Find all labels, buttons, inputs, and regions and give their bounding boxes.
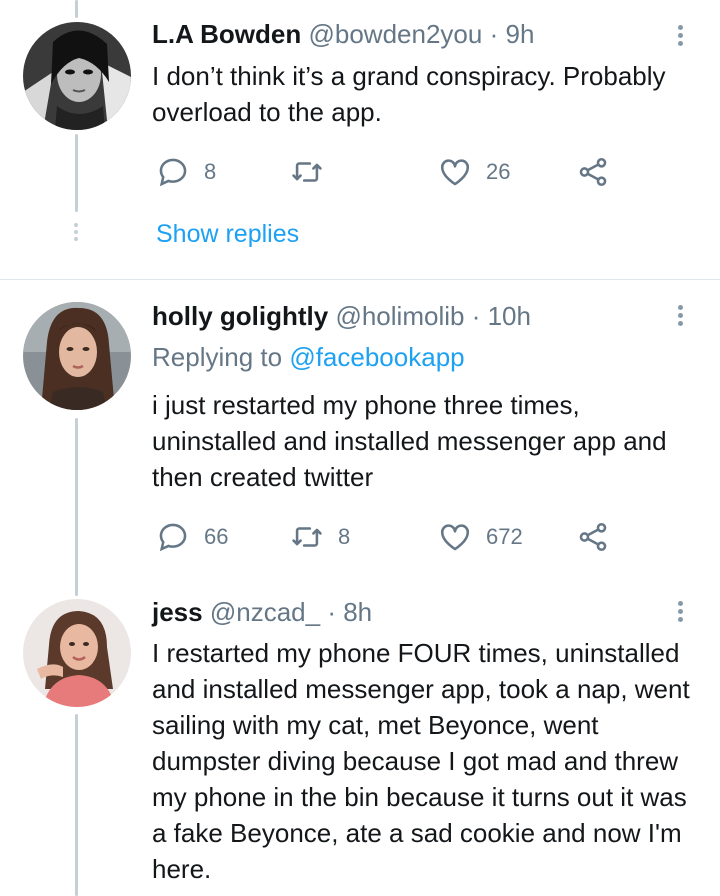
replying-to: Replying to @facebookapp: [152, 340, 465, 374]
like-count: 26: [486, 159, 511, 184]
like-button[interactable]: 26: [438, 152, 510, 192]
retweet-icon: [292, 162, 322, 182]
retweet-count: 8: [338, 524, 351, 549]
tweet-actions: 8 26: [152, 152, 622, 192]
more-vertical-icon[interactable]: [672, 302, 688, 332]
avatar[interactable]: [23, 599, 131, 707]
share-button[interactable]: [576, 517, 610, 557]
author-name[interactable]: L.A Bowden: [152, 19, 301, 49]
avatar-photo: [23, 599, 131, 707]
author-handle[interactable]: @bowden2you: [308, 19, 482, 49]
more-vertical-icon[interactable]: [672, 598, 688, 628]
like-button[interactable]: 672: [438, 517, 523, 557]
thread-line-top: [75, 0, 78, 18]
show-replies-link[interactable]: Show replies: [156, 217, 299, 251]
tweet-time[interactable]: 8h: [343, 597, 372, 627]
reply-button[interactable]: 8: [156, 152, 216, 192]
heart-icon: [440, 524, 470, 551]
reply-icon: [159, 158, 187, 187]
thread-line-1: [75, 134, 78, 212]
tweet-actions: 66 8 672: [152, 517, 622, 557]
like-count: 672: [486, 524, 523, 549]
heart-icon: [440, 159, 470, 186]
retweet-button[interactable]: [290, 152, 338, 192]
tweet-header: L.A Bowden @bowden2you · 9h: [152, 17, 534, 51]
replying-to-label: Replying to: [152, 342, 283, 372]
avatar-photo: [23, 302, 131, 410]
author-handle[interactable]: @nzcad_: [210, 597, 320, 627]
tweet-time[interactable]: 10h: [488, 301, 531, 331]
reply-count: 66: [204, 524, 229, 549]
thread-line-2: [75, 418, 78, 596]
reply-count: 8: [204, 159, 217, 184]
share-icon: [579, 522, 607, 552]
author-handle[interactable]: @holimolib: [335, 301, 464, 331]
separator-dot: ·: [489, 19, 499, 49]
tweet-text: I restarted my phone FOUR times, uninsta…: [152, 638, 690, 884]
tweet-text: I don’t think it’s a grand conspiracy. P…: [152, 61, 666, 127]
tweet-header: holly golightly @holimolib · 10h: [152, 299, 531, 333]
replying-to-handle-link[interactable]: @facebookapp: [289, 342, 464, 372]
separator-dot: ·: [471, 301, 481, 331]
separator-dot: ·: [327, 597, 336, 627]
more-vertical-icon[interactable]: [672, 22, 688, 52]
share-button[interactable]: [576, 152, 610, 192]
divider: [0, 279, 720, 280]
share-icon: [579, 157, 607, 187]
author-name[interactable]: jess: [152, 597, 203, 627]
reply-icon: [159, 523, 187, 552]
retweet-button[interactable]: 8: [290, 517, 350, 557]
author-name[interactable]: holly golightly: [152, 301, 328, 331]
tweet-text: i just restarted my phone three times, u…: [152, 390, 667, 492]
reply-button[interactable]: 66: [156, 517, 228, 557]
avatar-photo: [23, 22, 131, 130]
tweet-header: jess @nzcad_ · 8h: [152, 595, 372, 629]
avatar[interactable]: [23, 22, 131, 130]
avatar[interactable]: [23, 302, 131, 410]
thread-line-3: [75, 714, 78, 896]
tweet-time[interactable]: 9h: [505, 19, 534, 49]
thread-gap-dots: [72, 220, 80, 244]
retweet-icon: [292, 527, 322, 547]
